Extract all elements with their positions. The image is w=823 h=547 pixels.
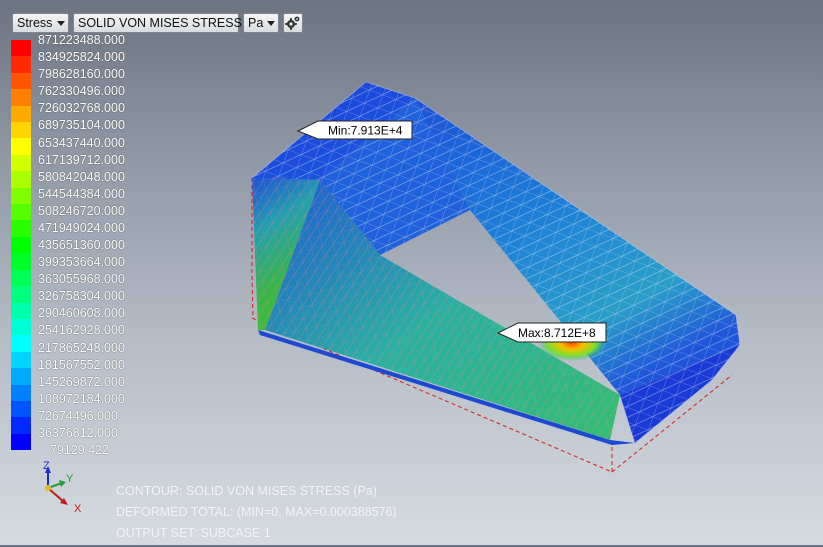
legend-label: 108972184.000 [38, 392, 125, 406]
triad-y-label: Y [66, 473, 74, 485]
result-toolbar: Stress SOLID VON MISES STRESS Pa [12, 13, 303, 35]
output-set-info: OUTPUT SET: SUBCASE 1 [116, 526, 271, 540]
legend-color-band [11, 236, 31, 254]
contour-info: CONTOUR: SOLID VON MISES STRESS (Pa) [116, 484, 377, 498]
legend-color-band [11, 40, 31, 57]
max-marker[interactable]: Max:8.712E+8 [496, 322, 607, 343]
legend-color-band [11, 122, 31, 139]
unit-value: Pa [248, 16, 264, 30]
settings-button[interactable] [283, 13, 303, 33]
legend-label: 871223488.000 [38, 33, 125, 47]
legend-label: 544544384.000 [38, 187, 125, 201]
legend-label: 508246720.000 [38, 204, 125, 218]
legend-colorbar [11, 40, 31, 451]
legend-color-band [11, 253, 31, 270]
triad-x-label: X [74, 503, 82, 515]
legend-color-band [11, 302, 31, 319]
legend-label: 363055968.000 [38, 272, 125, 286]
legend-color-band [11, 400, 31, 418]
legend-label: 726032768.000 [38, 101, 125, 115]
legend-color-band [11, 417, 31, 434]
view-triad[interactable]: Z Y X [36, 460, 96, 520]
legend-label: 617139712.000 [38, 153, 125, 167]
legend-label: 798628160.000 [38, 67, 125, 81]
legend-label: 399353664.000 [38, 255, 125, 269]
legend-color-band [11, 154, 31, 172]
legend-color-band [11, 138, 31, 155]
legend-color-band [11, 286, 31, 303]
legend-color-band [11, 105, 31, 123]
legend-label: 689735104.000 [38, 118, 125, 132]
min-marker-label: Min:7.913E+4 [328, 124, 403, 138]
legend-label: 181567552.000 [38, 358, 125, 372]
min-marker[interactable]: Min:7.913E+4 [296, 120, 413, 140]
legend-label: 145269872.000 [38, 375, 125, 389]
legend-color-band [11, 89, 31, 106]
unit-dropdown[interactable]: Pa [243, 13, 279, 33]
result-component-dropdown[interactable]: SOLID VON MISES STRESS [73, 13, 254, 33]
chevron-down-icon [267, 20, 276, 26]
max-marker-label: Max:8.712E+8 [518, 326, 596, 340]
legend-color-band [11, 204, 31, 221]
legend-label: 762330496.000 [38, 84, 125, 98]
legend-label: 435651360.000 [38, 238, 125, 252]
legend-color-band [11, 171, 31, 188]
legend-color-band [11, 187, 31, 205]
gear-icon [285, 16, 300, 30]
legend-label: 326758304.000 [38, 289, 125, 303]
legend-label: 254162928.000 [38, 323, 125, 337]
triad-z-label: Z [43, 460, 50, 472]
result-type-value: Stress [17, 16, 53, 30]
result-info: CONTOUR: SOLID VON MISES STRESS (Pa) DEF… [116, 484, 397, 547]
legend-color-band [11, 269, 31, 287]
legend-color-band [11, 318, 31, 336]
legend-label: 79129.422 [50, 443, 110, 457]
legend-color-band [11, 351, 31, 369]
deformed-info: DEFORMED TOTAL: (MIN=0, MAX=0.000388576) [116, 505, 397, 519]
legend-label: 471949024.000 [38, 221, 125, 235]
legend-color-band [11, 72, 31, 90]
legend-color-band [11, 220, 31, 237]
legend-label: 580842048.000 [38, 170, 125, 184]
legend-label: 834925824.000 [38, 50, 125, 64]
legend-color-band [11, 368, 31, 385]
legend-label: 217865248.000 [38, 341, 125, 355]
legend-label: 72674496.000 [38, 409, 118, 423]
legend-label: 653437440.000 [38, 136, 125, 150]
legend-color-band [11, 335, 31, 352]
legend-label: 36376812.000 [38, 426, 118, 440]
legend-label: 290460608.000 [38, 306, 125, 320]
legend-color-band [11, 433, 31, 451]
legend-color-band [11, 384, 31, 401]
result-type-dropdown[interactable]: Stress [12, 13, 69, 33]
chevron-down-icon [57, 20, 65, 26]
result-component-value: SOLID VON MISES STRESS [78, 16, 242, 30]
legend-color-band [11, 56, 31, 73]
